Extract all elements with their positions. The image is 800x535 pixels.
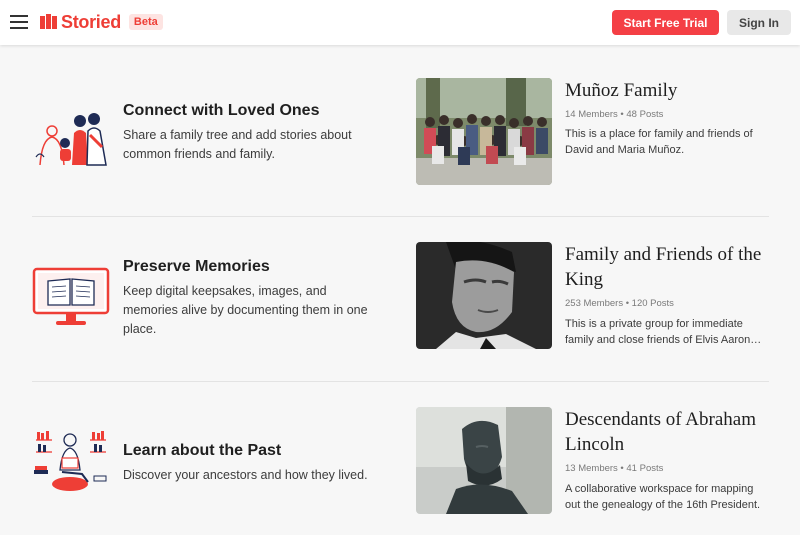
feature-description: Share a family tree and add stories abou… [123,128,352,161]
group-name-link[interactable]: Muñoz Family [565,78,780,103]
group-description: A collaborative workspace for mapping ou… [565,483,761,511]
storied-logo-icon [40,14,57,29]
statue-photo-image [416,407,552,514]
hamburger-menu-icon[interactable] [10,14,28,30]
feature-description: Discover your ancestors and how they liv… [123,468,368,482]
group-thumbnail-king[interactable] [416,242,552,349]
group-name-link[interactable]: Descendants of Abraham Lincoln [565,407,780,457]
family-illustration-icon [35,113,107,166]
group-name-link[interactable]: Family and Friends of the King [565,242,780,292]
top-header: Storied Beta Start Free Trial Sign In [0,0,800,45]
beta-badge: Beta [128,14,163,30]
feature-title: Learn about the Past [123,442,282,459]
section-divider [32,381,769,382]
group-thumbnail-munoz[interactable] [416,78,552,185]
start-free-trial-button[interactable]: Start Free Trial [612,10,719,35]
group-stats: 253 Members • 120 Posts [565,298,674,309]
group-thumbnail-lincoln[interactable] [416,407,552,514]
portrait-photo-image [416,242,552,349]
group-stats: 13 Members • 41 Posts [565,463,664,474]
feature-title: Connect with Loved Ones [123,102,320,119]
feature-description: Keep digital keepsakes, images, and memo… [123,284,368,336]
group-photo-image [416,78,552,185]
brand-name: Storied [61,11,121,32]
feature-title: Preserve Memories [123,258,270,275]
sign-in-button[interactable]: Sign In [727,10,791,35]
storied-logo[interactable]: Storied Beta [40,10,163,34]
group-description: This is a place for family and friends o… [565,128,753,156]
monitor-book-illustration-icon [32,267,110,325]
group-stats: 14 Members • 48 Posts [565,109,664,120]
section-divider [32,216,769,217]
group-description: This is a private group for immediate fa… [565,318,751,346]
reading-person-illustration-icon [34,431,107,491]
